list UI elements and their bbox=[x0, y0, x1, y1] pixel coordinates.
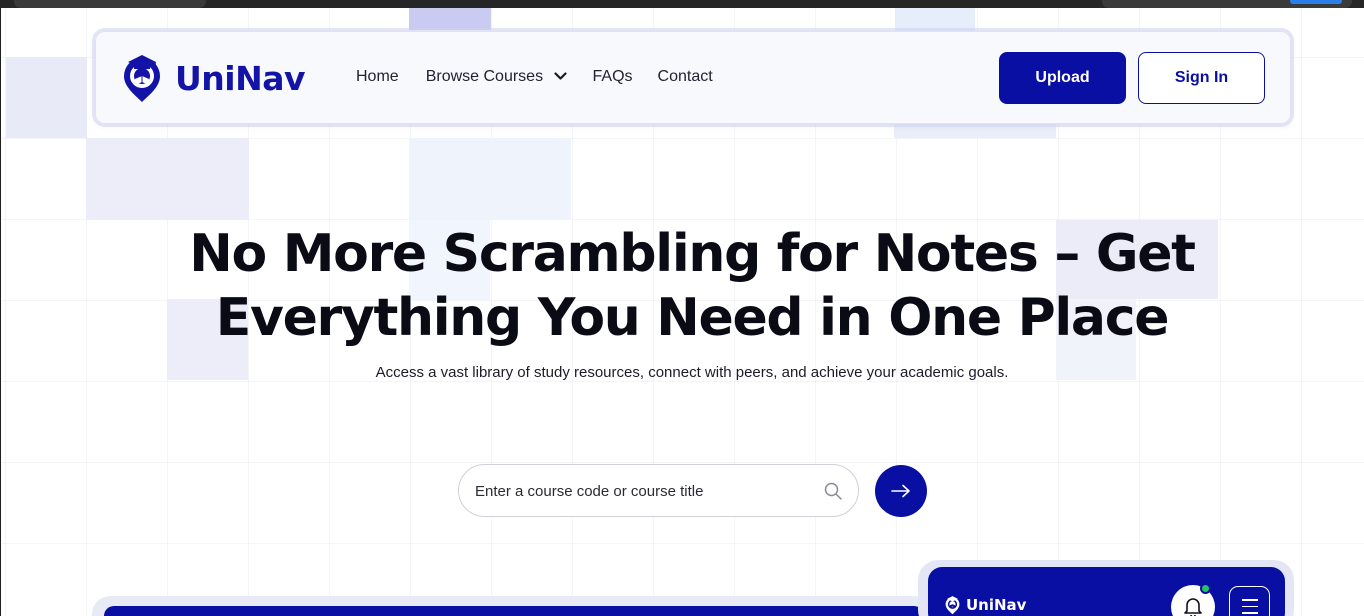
search-submit-button[interactable] bbox=[875, 465, 927, 517]
nav-home-link[interactable]: Home bbox=[356, 68, 399, 86]
sign-in-button[interactable]: Sign In bbox=[1138, 52, 1265, 104]
mobile-brand-logo: UniNav bbox=[944, 595, 1026, 615]
graduate-pin-icon bbox=[945, 596, 960, 615]
nav-browse-courses-label: Browse Courses bbox=[425, 68, 544, 85]
brand-name: UniNav bbox=[175, 58, 306, 98]
search-box bbox=[458, 464, 859, 517]
browser-tab-right bbox=[1102, 0, 1352, 8]
navbar: UniNav Home Browse Courses FAQs Contact … bbox=[95, 31, 1291, 124]
mobile-preview-header: UniNav bbox=[928, 567, 1285, 616]
decor-square bbox=[895, 8, 975, 32]
menu-line bbox=[1241, 599, 1258, 601]
decor-square bbox=[6, 57, 87, 138]
hero-title-line-2: Everything You Need in One Place bbox=[215, 288, 1170, 348]
decor-square bbox=[409, 8, 491, 30]
hamburger-menu-button[interactable] bbox=[1229, 586, 1270, 616]
hero-subtitle: Access a vast library of study resources… bbox=[375, 364, 1009, 381]
decor-square bbox=[86, 138, 249, 220]
dashboard-preview-header bbox=[104, 606, 924, 616]
browser-top-strip bbox=[0, 0, 1364, 8]
menu-line bbox=[1241, 612, 1258, 614]
course-search-input[interactable] bbox=[475, 479, 805, 503]
chevron-down-icon bbox=[553, 72, 567, 80]
upload-button[interactable]: Upload bbox=[999, 52, 1126, 104]
decor-square bbox=[409, 138, 571, 220]
notification-dot bbox=[1200, 583, 1211, 594]
nav-links: Home Browse Courses FAQs Contact bbox=[356, 68, 713, 86]
nav-contact-link[interactable]: Contact bbox=[658, 68, 713, 86]
nav-faqs-link[interactable]: FAQs bbox=[593, 68, 633, 86]
search-icon[interactable] bbox=[823, 481, 843, 501]
browser-tab-left bbox=[14, 0, 206, 8]
browser-blue-indicator bbox=[1290, 0, 1342, 4]
graduate-pin-icon bbox=[124, 55, 160, 102]
menu-line bbox=[1241, 605, 1258, 608]
brand-logo[interactable]: UniNav bbox=[120, 52, 306, 104]
arrow-right-icon bbox=[891, 484, 910, 498]
hero-title-line-1: No More Scrambling for Notes – Get bbox=[189, 224, 1196, 284]
bell-icon bbox=[1184, 598, 1202, 616]
nav-browse-courses-dropdown[interactable]: Browse Courses bbox=[426, 68, 567, 86]
hero-title: No More Scrambling for Notes – Get Every… bbox=[182, 222, 1202, 350]
mobile-brand-name: UniNav bbox=[966, 596, 1027, 614]
